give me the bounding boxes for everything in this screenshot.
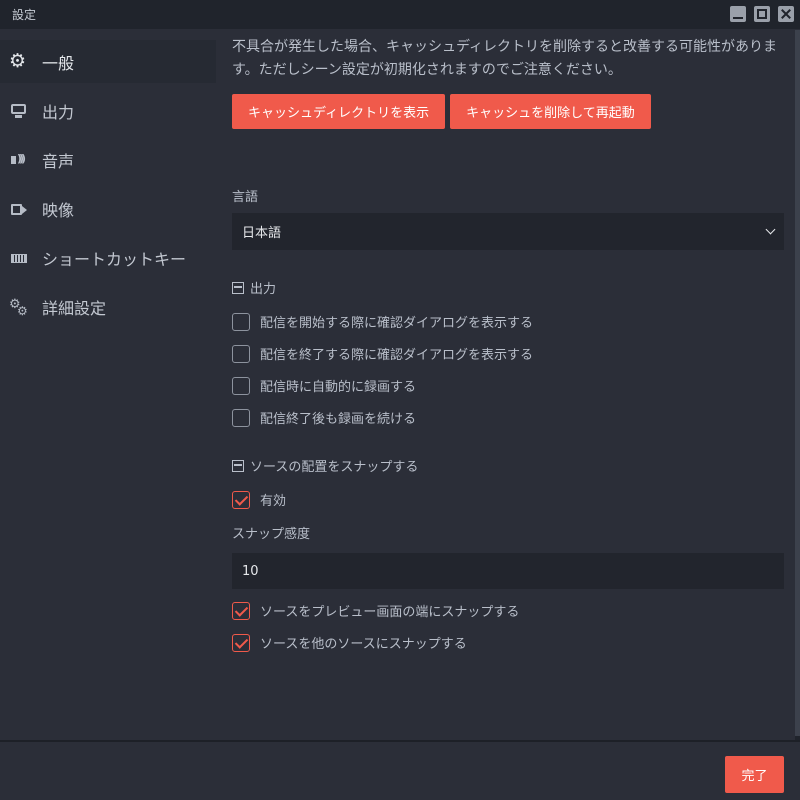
- close-icon[interactable]: [778, 6, 794, 22]
- settings-content: 不具合が発生した場合、キャッシュディレクトリを削除すると改善する可能性があります…: [232, 36, 784, 652]
- snap-sensitivity-input[interactable]: 10: [232, 553, 784, 589]
- sidebar-item-label: ショートカットキー: [42, 249, 187, 269]
- footer: 完了: [0, 742, 800, 800]
- sidebar-item-general[interactable]: 一般: [0, 40, 216, 83]
- snap-sensitivity-label: スナップ感度: [232, 527, 311, 542]
- window-title: 設定: [12, 8, 37, 22]
- cache-warning-text: 不具合が発生した場合、キャッシュディレクトリを削除すると改善する可能性があります…: [232, 39, 778, 78]
- chevron-down-icon: [765, 224, 776, 235]
- minimize-icon[interactable]: [730, 6, 746, 22]
- collapse-icon: [232, 281, 244, 294]
- sidebar-item-label: 一般: [42, 53, 75, 73]
- scrollbar-thumb[interactable]: [795, 30, 800, 736]
- sidebar-item-label: 音声: [42, 151, 75, 171]
- confirm-stop-stream-option[interactable]: 配信を終了する際に確認ダイアログを表示する: [232, 344, 533, 363]
- output-section-header[interactable]: 出力: [232, 278, 276, 297]
- checkbox-label: ソースを他のソースにスナップする: [260, 637, 467, 652]
- snap-to-edges-option[interactable]: ソースをプレビュー画面の端にスナップする: [232, 601, 519, 620]
- maximize-icon[interactable]: [754, 6, 770, 22]
- checkbox[interactable]: [232, 408, 250, 427]
- snap-section-header[interactable]: ソースの配置をスナップする: [232, 456, 418, 475]
- done-button[interactable]: 完了: [725, 756, 784, 793]
- sidebar-item-hotkeys[interactable]: ショートカットキー: [0, 236, 216, 279]
- snap-sensitivity-value: 10: [242, 563, 259, 579]
- window-controls: [730, 6, 794, 22]
- auto-record-option[interactable]: 配信時に自動的に録画する: [232, 376, 416, 395]
- gear-icon: [9, 50, 28, 72]
- collapse-icon: [232, 459, 244, 472]
- clear-cache-restart-button[interactable]: キャッシュを削除して再起動: [450, 94, 651, 129]
- checkbox[interactable]: [232, 490, 250, 509]
- sidebar-item-video[interactable]: 映像: [0, 187, 216, 230]
- language-select[interactable]: 日本語: [232, 213, 784, 250]
- snap-enabled-option[interactable]: 有効: [232, 490, 286, 509]
- snap-to-sources-option[interactable]: ソースを他のソースにスナップする: [232, 633, 467, 652]
- checkbox[interactable]: [232, 601, 250, 620]
- gears-icon: [9, 297, 28, 318]
- output-section-title: 出力: [250, 282, 277, 297]
- speaker-icon: [10, 151, 28, 169]
- sidebar-item-label: 出力: [42, 102, 75, 122]
- checkbox[interactable]: [232, 376, 250, 395]
- checkbox[interactable]: [232, 633, 250, 652]
- monitor-icon: [10, 102, 28, 120]
- sidebar-item-audio[interactable]: 音声: [0, 138, 216, 181]
- language-value: 日本語: [242, 226, 282, 241]
- keep-recording-option[interactable]: 配信終了後も録画を続ける: [232, 408, 416, 427]
- camera-icon: [10, 200, 28, 218]
- title-bar: 設定: [0, 0, 800, 29]
- sidebar: 一般 出力 音声 映像 ショートカットキー 詳細設定: [0, 40, 216, 334]
- show-cache-directory-button[interactable]: キャッシュディレクトリを表示: [232, 94, 446, 129]
- keyboard-icon: [10, 249, 28, 267]
- checkbox-label: 有効: [260, 494, 287, 509]
- sidebar-item-output[interactable]: 出力: [0, 89, 216, 132]
- language-label: 言語: [232, 190, 259, 205]
- checkbox[interactable]: [232, 312, 250, 331]
- confirm-start-stream-option[interactable]: 配信を開始する際に確認ダイアログを表示する: [232, 312, 533, 331]
- checkbox-label: 配信を開始する際に確認ダイアログを表示する: [260, 316, 534, 331]
- sidebar-item-label: 映像: [42, 200, 75, 220]
- checkbox-label: 配信終了後も録画を続ける: [260, 412, 417, 427]
- checkbox-label: ソースをプレビュー画面の端にスナップする: [260, 605, 520, 620]
- checkbox[interactable]: [232, 344, 250, 363]
- sidebar-item-label: 詳細設定: [42, 298, 107, 318]
- checkbox-label: 配信時に自動的に録画する: [260, 380, 417, 395]
- scrollbar[interactable]: [795, 30, 800, 740]
- cache-button-row: キャッシュディレクトリを表示 キャッシュを削除して再起動: [232, 94, 784, 129]
- checkbox-label: 配信を終了する際に確認ダイアログを表示する: [260, 348, 534, 363]
- sidebar-item-advanced[interactable]: 詳細設定: [0, 285, 216, 328]
- snap-section-title: ソースの配置をスナップする: [250, 460, 419, 475]
